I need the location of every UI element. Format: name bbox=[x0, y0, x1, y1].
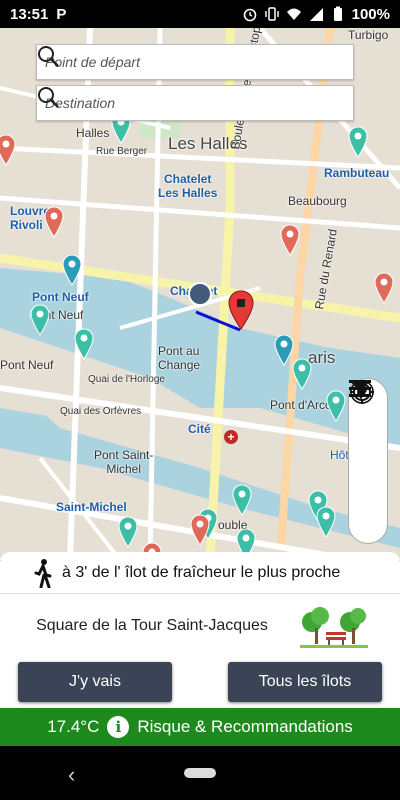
map-label-halles: Halles bbox=[76, 126, 110, 140]
temperature-value: 17.4°C bbox=[47, 717, 100, 736]
wifi-icon bbox=[286, 8, 301, 20]
island-marker-icon[interactable] bbox=[44, 206, 64, 238]
park-illustration-icon bbox=[300, 607, 368, 648]
locate-button[interactable] bbox=[350, 380, 382, 532]
map-label-pont-neuf-left: Pont Neuf bbox=[0, 358, 54, 372]
island-marker-icon[interactable] bbox=[232, 484, 252, 516]
locate-icon bbox=[350, 380, 374, 404]
island-marker-icon[interactable] bbox=[316, 506, 336, 538]
start-point-input[interactable] bbox=[45, 54, 345, 70]
map-label-quai-horloge: Quai de l'Horloge bbox=[88, 374, 165, 385]
island-marker-icon[interactable] bbox=[0, 134, 16, 166]
walking-person-icon bbox=[34, 558, 52, 588]
map-label-rambuteau: Rambuteau bbox=[324, 166, 390, 180]
nearest-island-text: à 3' de l' îlot de fraîcheur le plus pro… bbox=[62, 563, 341, 581]
search-icon[interactable] bbox=[37, 45, 59, 67]
map-label-quai-orfevres: Quai des Orfèvres bbox=[60, 406, 142, 417]
place-row: Square de la Tour Saint-Jacques bbox=[0, 594, 400, 658]
island-marker-icon[interactable] bbox=[348, 126, 368, 158]
all-islands-button[interactable]: Tous les îlots bbox=[228, 662, 382, 702]
map-label-hotel: Hôt bbox=[330, 448, 349, 462]
island-marker-icon[interactable] bbox=[190, 514, 210, 546]
alarm-icon bbox=[243, 8, 256, 22]
status-time: 13:51 bbox=[10, 5, 49, 23]
app-badge: P bbox=[56, 5, 67, 23]
island-marker-icon[interactable] bbox=[30, 304, 50, 336]
go-button[interactable]: J'y vais bbox=[18, 662, 172, 702]
island-marker-icon[interactable] bbox=[74, 328, 94, 360]
system-nav-bar: ‹ bbox=[0, 746, 400, 800]
map-view[interactable]: Halles Les Halles Chatelet Les Halles Ra… bbox=[0, 28, 400, 560]
search-icon[interactable] bbox=[37, 86, 59, 108]
risk-recommendations-bar[interactable]: 17.4°C i Risque & Recommandations bbox=[0, 708, 400, 746]
map-tools bbox=[348, 378, 388, 544]
map-label-pont-saint-michel: Pont Saint- Michel bbox=[94, 448, 154, 476]
island-marker-icon[interactable] bbox=[62, 254, 82, 286]
battery-level: 100% bbox=[351, 5, 390, 23]
destination-input[interactable] bbox=[45, 95, 345, 111]
back-icon[interactable]: ‹ bbox=[68, 762, 75, 788]
home-pill-icon[interactable] bbox=[184, 768, 216, 778]
status-icons: 100% bbox=[242, 6, 390, 23]
island-marker-icon[interactable] bbox=[118, 516, 138, 548]
place-name: Square de la Tour Saint-Jacques bbox=[36, 617, 268, 634]
island-marker-icon[interactable] bbox=[292, 358, 312, 390]
filter-button[interactable] bbox=[350, 381, 382, 456]
map-label-rue-berger: Rue Berger bbox=[96, 146, 148, 157]
button-row: J'y vais Tous les îlots bbox=[0, 658, 400, 702]
battery-icon bbox=[333, 6, 342, 21]
info-panel: à 3' de l' îlot de fraîcheur le plus pro… bbox=[0, 552, 400, 708]
map-label-saint-michel: Saint-Michel bbox=[56, 500, 127, 514]
island-marker-icon[interactable] bbox=[326, 390, 346, 422]
map-label-beaubourg: Beaubourg bbox=[288, 194, 347, 208]
risk-recommendations-label: Risque & Recommandations bbox=[137, 717, 353, 736]
map-label-pont-au-change: Pont au Change bbox=[158, 344, 201, 372]
signal-icon bbox=[309, 8, 323, 21]
island-marker-icon[interactable] bbox=[374, 272, 394, 304]
island-marker-icon[interactable] bbox=[280, 224, 300, 256]
pharmacy-icon: + bbox=[224, 430, 238, 444]
nearest-island-row: à 3' de l' îlot de fraîcheur le plus pro… bbox=[0, 552, 400, 594]
vibrate-icon bbox=[264, 7, 279, 21]
map-label-paris: aris bbox=[308, 348, 336, 367]
status-bar: 13:51 P 100% bbox=[0, 0, 400, 28]
destination-search-box bbox=[36, 85, 354, 121]
map-label-cite: Cité bbox=[188, 422, 211, 436]
map-label-turbigo: Turbigo bbox=[348, 28, 389, 42]
destination-marker-icon[interactable] bbox=[228, 290, 254, 330]
ear-button[interactable] bbox=[350, 380, 382, 494]
info-icon: i bbox=[107, 716, 130, 738]
user-location-icon bbox=[188, 282, 212, 306]
map-label-pont-neuf-metro: Pont Neuf bbox=[32, 290, 89, 304]
map-label-chatelet-les-halles: Chatelet Les Halles bbox=[158, 172, 218, 200]
island-marker-icon[interactable] bbox=[274, 334, 294, 366]
start-search-box bbox=[36, 44, 354, 80]
